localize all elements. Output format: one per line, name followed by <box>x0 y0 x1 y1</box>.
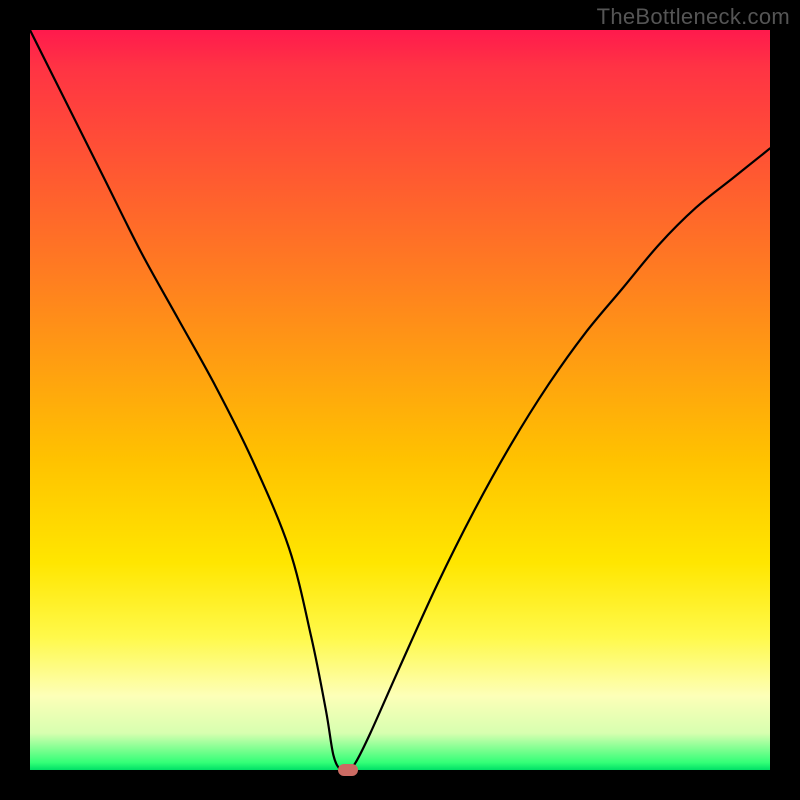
watermark-text: TheBottleneck.com <box>597 4 790 30</box>
plot-background <box>30 30 770 770</box>
chart-frame: TheBottleneck.com <box>0 0 800 800</box>
optimal-point-marker <box>338 764 358 776</box>
